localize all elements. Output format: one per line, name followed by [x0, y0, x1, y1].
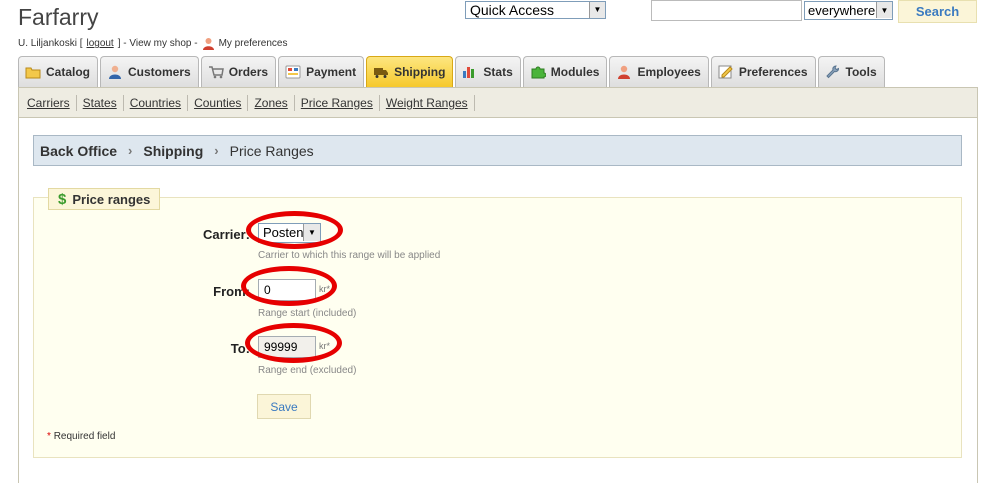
tab-label: Catalog [46, 65, 91, 79]
tab-orders[interactable]: Orders [200, 56, 277, 87]
folder-icon [25, 65, 41, 79]
highlight-circle-from [241, 266, 337, 306]
subnav-counties[interactable]: Counties [188, 94, 249, 111]
preferences-icon [718, 65, 734, 79]
tab-customers[interactable]: Customers [100, 56, 199, 87]
from-label: From: [213, 284, 250, 299]
tab-label: Stats [483, 65, 513, 79]
tab-payment[interactable]: Payment [278, 56, 365, 87]
carrier-label: Carrier: [203, 227, 250, 242]
tab-catalog[interactable]: Catalog [18, 56, 99, 87]
breadcrumb-section[interactable]: Shipping [143, 143, 203, 159]
subnav-states[interactable]: States [77, 94, 124, 111]
subnav-price-ranges[interactable]: Price Ranges [295, 94, 380, 111]
fieldset-legend: $ Price ranges [48, 188, 161, 210]
customer-icon [107, 65, 123, 79]
shipping-subnav: Carriers States Countries Counties Zones… [18, 87, 978, 118]
my-preferences-link[interactable]: My preferences [219, 38, 288, 49]
search-button[interactable]: Search [898, 0, 977, 23]
highlight-circle-to [245, 323, 342, 363]
chevron-down-icon[interactable]: ▼ [589, 2, 605, 18]
legend-title: Price ranges [72, 191, 151, 207]
subnav-zones[interactable]: Zones [248, 94, 295, 111]
subnav-carriers[interactable]: Carriers [21, 94, 77, 111]
breadcrumb-current: Price Ranges [229, 142, 314, 159]
highlight-circle-carrier [246, 211, 343, 249]
search-scope-value: everywhere [808, 3, 876, 18]
user-line: U. Liljankoski [ logout ] - View my shop… [18, 37, 287, 50]
required-text: Required field [53, 431, 116, 442]
from-hint: Range start (included) [258, 308, 357, 319]
subnav-countries[interactable]: Countries [124, 94, 189, 111]
to-hint: Range end (excluded) [258, 365, 357, 376]
tab-label: Modules [550, 65, 600, 79]
tab-shipping[interactable]: Shipping [366, 56, 454, 87]
required-star: * [47, 431, 51, 442]
quick-access-value: Quick Access [470, 2, 555, 18]
user-name: U. Liljankoski [ [18, 38, 83, 49]
tab-label: Employees [637, 65, 701, 79]
chevron-right-icon: › [128, 143, 133, 158]
payment-icon [285, 65, 301, 79]
breadcrumb-root[interactable]: Back Office [40, 143, 117, 159]
truck-icon [373, 65, 389, 79]
tab-preferences[interactable]: Preferences [710, 56, 816, 87]
chart-icon [462, 65, 478, 79]
required-note: * Required field [47, 431, 115, 442]
tab-label: Shipping [394, 65, 446, 79]
tab-label: Customers [128, 65, 191, 79]
tab-label: Orders [228, 65, 269, 79]
dollar-icon: $ [58, 190, 67, 208]
employee-icon [616, 65, 632, 79]
main-tabs: Catalog Customers Orders Payment Shippin… [18, 56, 885, 87]
logout-link[interactable]: logout [86, 38, 113, 49]
tab-tools[interactable]: Tools [817, 56, 885, 87]
chevron-down-icon[interactable]: ▼ [876, 2, 892, 18]
quick-access-select[interactable]: Quick Access ▼ [465, 1, 606, 19]
chevron-right-icon: › [214, 143, 219, 158]
to-label: To: [230, 341, 250, 356]
tab-stats[interactable]: Stats [455, 56, 521, 87]
puzzle-icon [530, 65, 547, 79]
wrench-icon [825, 65, 841, 79]
tab-label: Preferences [738, 65, 808, 79]
shop-title: Farfarry [18, 4, 99, 30]
view-shop-link[interactable]: ] - View my shop - [118, 38, 198, 49]
carrier-hint: Carrier to which this range will be appl… [258, 250, 441, 261]
user-icon [202, 37, 215, 50]
tab-label: Tools [845, 65, 877, 79]
save-button[interactable]: Save [257, 394, 311, 419]
subnav-weight-ranges[interactable]: Weight Ranges [380, 94, 475, 111]
tab-modules[interactable]: Modules [522, 56, 608, 87]
tab-employees[interactable]: Employees [609, 56, 709, 87]
search-input[interactable] [651, 0, 802, 21]
search-scope-select[interactable]: everywhere ▼ [804, 1, 893, 20]
tab-label: Payment [306, 65, 357, 79]
breadcrumb: Back Office › Shipping › Price Ranges [33, 135, 962, 166]
cart-icon [208, 65, 224, 79]
